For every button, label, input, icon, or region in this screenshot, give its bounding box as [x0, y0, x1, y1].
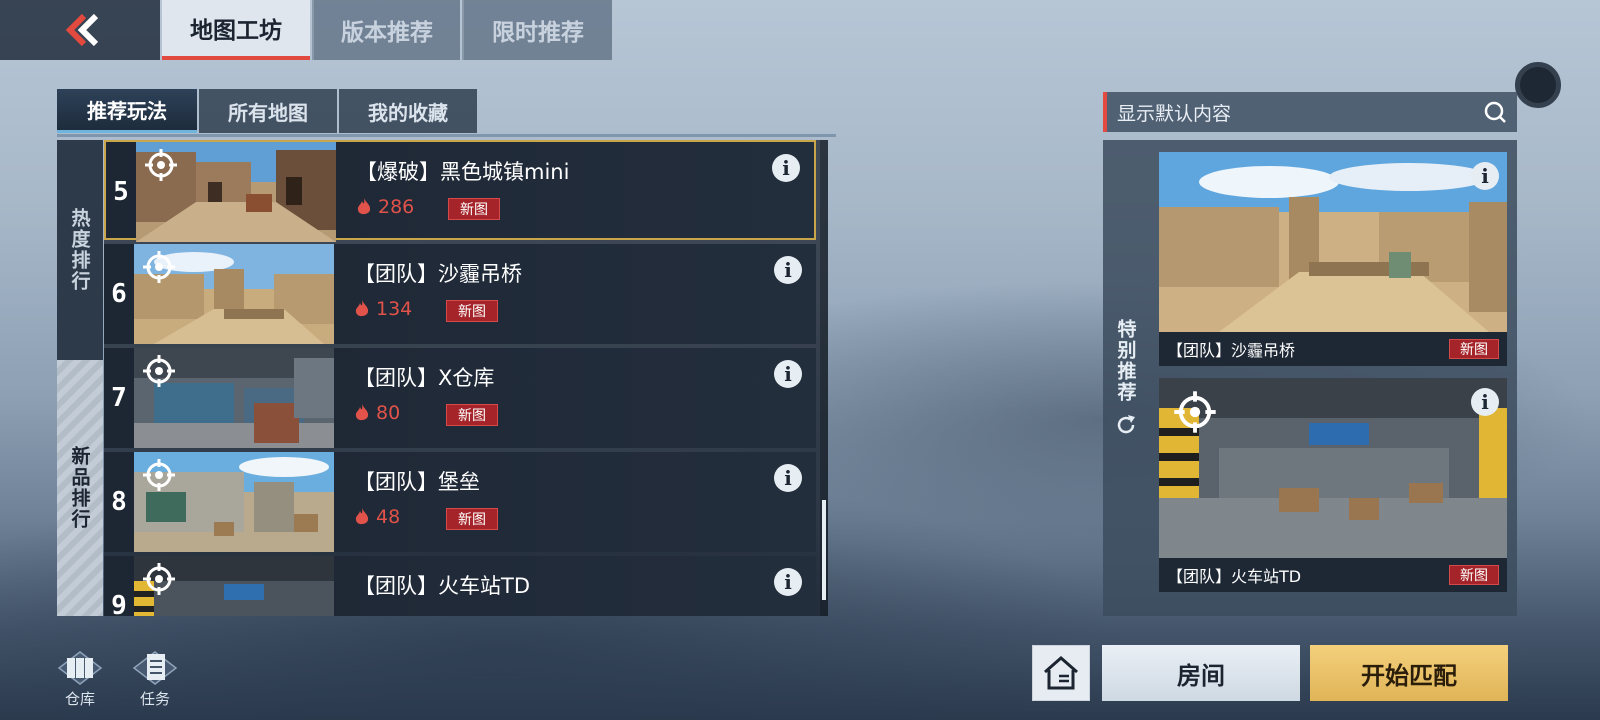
featured-side-label: 特别推荐 [1114, 319, 1137, 403]
heat-count: 286 [356, 196, 414, 218]
map-row[interactable]: 8 【团队】堡垒 48 新图 i [104, 452, 816, 552]
fire-icon [357, 198, 371, 215]
new-badge: 新图 [446, 508, 498, 530]
map-title: 【团队】堡垒 [354, 470, 480, 494]
rank-new-tab[interactable]: 新品排行 [57, 360, 103, 616]
heat-count: 48 [354, 506, 400, 528]
avatar-button[interactable] [1515, 62, 1561, 108]
tab-map-workshop[interactable]: 地图工坊 [162, 0, 310, 60]
new-badge: 新图 [1449, 565, 1499, 585]
search-input[interactable]: 显示默认内容 [1103, 92, 1517, 132]
target-icon [143, 355, 175, 387]
heat-value: 134 [376, 298, 413, 320]
subtab-recommended-modes[interactable]: 推荐玩法 [57, 89, 197, 133]
task-list-icon [132, 651, 178, 685]
featured-image: i [1159, 152, 1507, 332]
featured-card[interactable]: i 【团队】沙霾吊桥 新图 [1159, 152, 1507, 366]
heat-count: 80 [354, 402, 400, 424]
fire-icon [355, 508, 369, 525]
map-title: 【团队】沙霾吊桥 [354, 262, 522, 286]
target-icon [143, 459, 175, 491]
info-icon[interactable]: i [772, 154, 800, 182]
back-arrow-icon [65, 13, 99, 47]
heat-value: 80 [376, 402, 401, 424]
rank-number: 7 [111, 383, 127, 413]
info-icon[interactable]: i [774, 360, 802, 388]
target-icon [143, 251, 175, 283]
search-icon[interactable] [1483, 100, 1507, 124]
tab-version-recommend[interactable]: 版本推荐 [312, 0, 460, 60]
featured-image: i [1159, 378, 1507, 558]
info-icon[interactable]: i [774, 256, 802, 284]
start-match-button[interactable]: 开始匹配 [1310, 645, 1508, 701]
featured-title: 【团队】沙霾吊桥 [1167, 341, 1296, 360]
new-badge: 新图 [446, 404, 498, 426]
new-badge: 新图 [1449, 339, 1499, 359]
subtab-my-favorites[interactable]: 我的收藏 [339, 89, 477, 133]
rank-number: 5 [113, 177, 129, 207]
tab-divider [57, 134, 836, 137]
tasks-button[interactable]: 任务 [125, 650, 185, 710]
map-row[interactable]: 9 【团队】火车站TD i [104, 556, 816, 616]
map-title: 【团队】火车站TD [354, 574, 530, 598]
new-badge: 新图 [448, 198, 500, 220]
house-icon [1044, 656, 1078, 690]
info-icon[interactable]: i [1471, 162, 1499, 190]
featured-panel: i 【团队】沙霾吊桥 新图 i 【团队】火车站TD 新图 [1103, 140, 1517, 616]
featured-caption: 【团队】沙霾吊桥 新图 [1159, 332, 1507, 366]
tasks-label: 任务 [139, 690, 170, 708]
map-row[interactable]: 5 【爆破】黑色城镇mini 286 新图 i [104, 140, 816, 242]
rank-number: 9 [111, 591, 127, 616]
warehouse-label: 仓库 [64, 690, 95, 708]
rank-number: 8 [111, 487, 127, 517]
target-icon [143, 563, 175, 595]
info-icon[interactable]: i [774, 464, 802, 492]
refresh-icon[interactable] [1114, 413, 1138, 437]
back-button[interactable] [0, 0, 160, 60]
map-title: 【团队】X仓库 [354, 366, 495, 390]
map-title: 【爆破】黑色城镇mini [356, 160, 570, 184]
map-thumbnail [134, 556, 334, 616]
featured-side: 特别推荐 [1103, 140, 1149, 616]
target-icon [145, 149, 177, 181]
info-icon[interactable]: i [1471, 388, 1499, 416]
tab-limited-recommend[interactable]: 限时推荐 [462, 0, 612, 60]
warehouse-button[interactable]: 仓库 [50, 650, 110, 710]
room-button[interactable]: 房间 [1102, 645, 1300, 701]
map-thumbnail [136, 142, 336, 242]
map-list[interactable]: 5 【爆破】黑色城镇mini 286 新图 i 6 【团队】沙霾吊桥 134 新… [104, 140, 820, 616]
map-thumbnail [134, 452, 334, 552]
featured-caption: 【团队】火车站TD 新图 [1159, 558, 1507, 592]
subtab-all-maps[interactable]: 所有地图 [199, 89, 337, 133]
heat-value: 286 [378, 196, 415, 218]
rank-number: 6 [111, 279, 127, 309]
info-icon[interactable]: i [774, 568, 802, 596]
map-thumbnail [134, 348, 334, 448]
featured-card[interactable]: i 【团队】火车站TD 新图 [1159, 378, 1507, 592]
target-icon [1174, 391, 1216, 433]
map-row[interactable]: 6 【团队】沙霾吊桥 134 新图 i [104, 244, 816, 344]
search-placeholder: 显示默认内容 [1117, 102, 1232, 125]
map-thumbnail [134, 244, 334, 344]
heat-value: 48 [376, 506, 401, 528]
new-badge: 新图 [446, 300, 498, 322]
rank-hot-tab[interactable]: 热度排行 [57, 140, 103, 360]
rank-new-label: 新品排行 [68, 446, 91, 530]
fire-icon [355, 404, 369, 421]
map-row[interactable]: 7 【团队】X仓库 80 新图 i [104, 348, 816, 448]
featured-title: 【团队】火车站TD [1167, 567, 1302, 586]
fire-icon [355, 300, 369, 317]
warehouse-icon [57, 651, 103, 685]
list-scrollbar-thumb[interactable] [822, 500, 826, 600]
heat-count: 134 [354, 298, 412, 320]
home-button[interactable] [1032, 645, 1090, 701]
rank-hot-label: 热度排行 [68, 208, 91, 292]
